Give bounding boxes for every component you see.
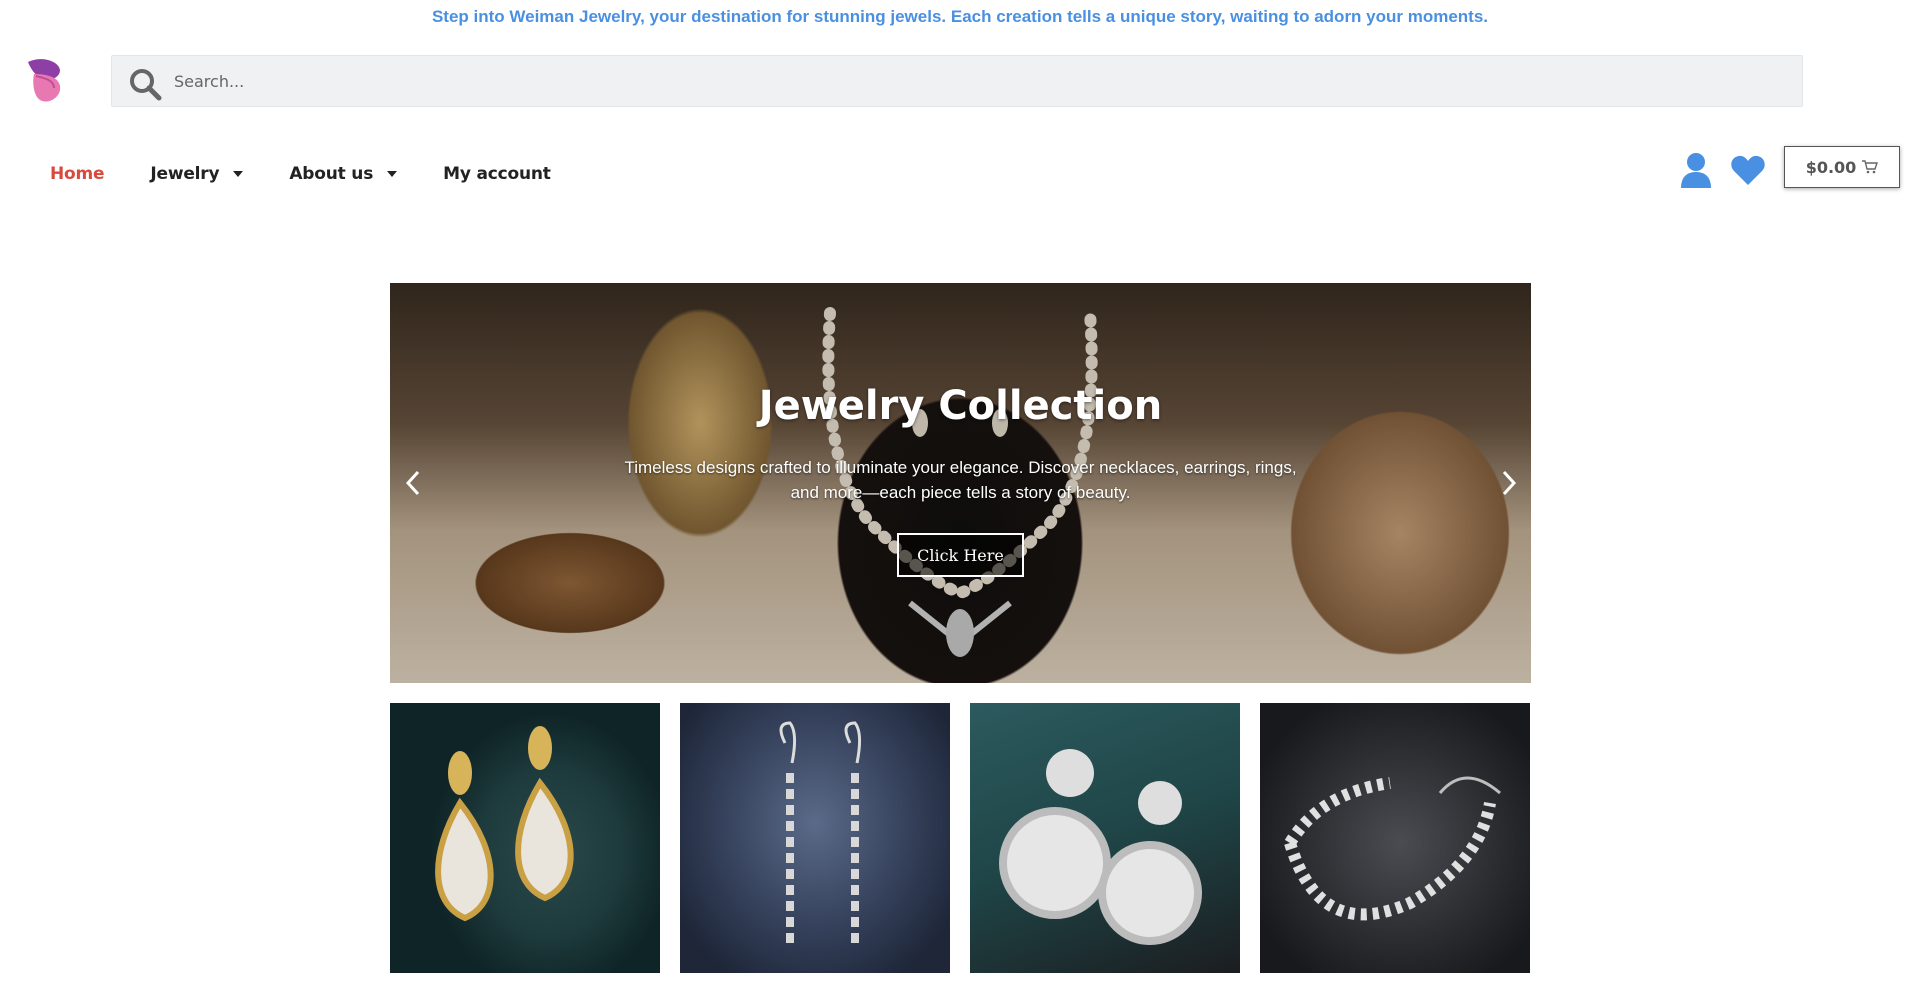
hero-cta-button[interactable]: Click Here: [897, 533, 1024, 577]
product-card-halo-round-earrings[interactable]: [970, 703, 1240, 973]
nav-item-about-us[interactable]: About us: [289, 164, 398, 184]
search-icon[interactable]: [128, 67, 162, 101]
nav-label: Jewelry: [150, 164, 220, 184]
nav-label: About us: [289, 164, 374, 184]
chevron-down-icon: [233, 171, 244, 177]
heart-icon[interactable]: [1730, 154, 1766, 186]
halo-earrings-image: [999, 749, 1202, 945]
user-icon[interactable]: [1680, 152, 1712, 188]
hero-title: Jewelry Collection: [758, 383, 1163, 429]
chevron-left-icon[interactable]: [404, 469, 422, 497]
hero-slider: Jewelry Collection Timeless designs craf…: [390, 283, 1531, 683]
gold-earrings-image: [435, 726, 574, 922]
product-card-silver-leaf-earrings[interactable]: [680, 703, 950, 973]
nav-label: Home: [50, 164, 105, 184]
search-bar: [111, 55, 1803, 107]
nav-item-jewelry[interactable]: Jewelry: [150, 164, 244, 184]
product-card-gold-teardrop-earrings[interactable]: [390, 703, 660, 973]
cart-icon: [1862, 160, 1879, 174]
announcement-bar: Step into Weiman Jewelry, your destinati…: [431, 7, 1489, 26]
chevron-right-icon[interactable]: [1500, 469, 1518, 497]
logo[interactable]: [24, 56, 66, 106]
cart-button[interactable]: $0.00: [1784, 146, 1900, 188]
cart-total: $0.00: [1805, 157, 1857, 177]
nav-item-home[interactable]: Home: [50, 164, 105, 184]
bracelet-image: [1284, 776, 1501, 921]
chevron-down-icon: [387, 171, 398, 177]
nav-item-my-account[interactable]: My account: [443, 164, 551, 184]
main-nav: Home Jewelry About us My account: [50, 160, 597, 188]
search-input[interactable]: [174, 64, 1774, 98]
nav-label: My account: [443, 164, 551, 184]
hero-subtitle: Timeless designs crafted to illuminate y…: [624, 458, 1297, 502]
product-card-leaf-bracelet[interactable]: [1260, 703, 1530, 973]
product-grid: [390, 703, 1531, 973]
silver-earrings-image: [779, 721, 862, 943]
